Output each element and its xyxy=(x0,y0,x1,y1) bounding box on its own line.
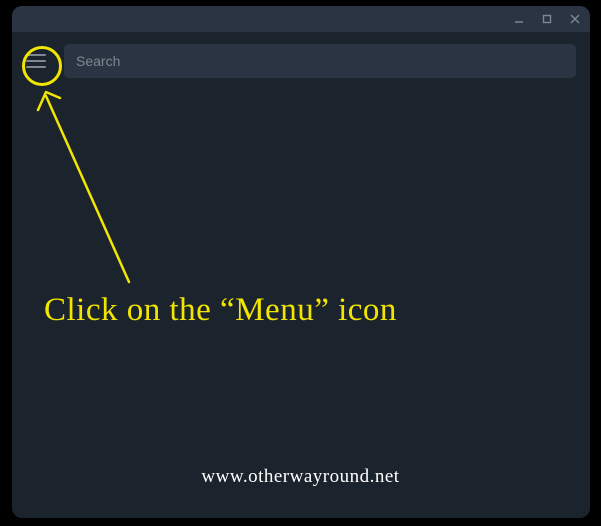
maximize-button[interactable] xyxy=(540,12,554,26)
menu-button[interactable] xyxy=(22,47,50,75)
close-button[interactable] xyxy=(568,12,582,26)
search-field[interactable] xyxy=(64,44,576,78)
app-window xyxy=(12,6,590,518)
hamburger-icon xyxy=(26,53,46,69)
titlebar xyxy=(12,6,590,32)
search-input[interactable] xyxy=(76,53,564,69)
toolbar xyxy=(12,32,590,90)
minimize-button[interactable] xyxy=(512,12,526,26)
